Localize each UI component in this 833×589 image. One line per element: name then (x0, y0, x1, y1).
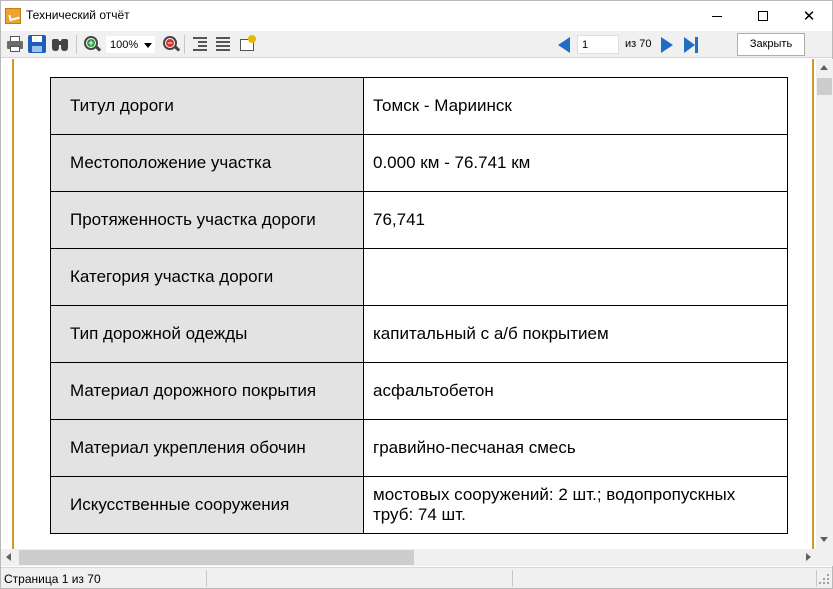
table-row: Материал дорожного покрытия асфальтобетон (50, 362, 788, 420)
status-bar: Страница 1 из 70 (1, 567, 832, 588)
page-border-left (12, 59, 14, 549)
table-row: Титул дороги Томск - Мариинск (50, 77, 788, 135)
row-label: Материал дорожного покрытия (50, 362, 364, 420)
table-row: Категория участка дороги (50, 248, 788, 306)
report-content-area: Титул дороги Томск - Мариинск Местоположен… (1, 59, 816, 549)
scrollbar-corner (816, 549, 833, 566)
row-label: Местоположение участка (50, 134, 364, 192)
row-value: капитальный с а/б покрытием (363, 305, 788, 363)
row-value: 0.000 км - 76.741 км (363, 134, 788, 192)
row-label: Протяженность участка дороги (50, 191, 364, 249)
status-divider (816, 570, 817, 587)
row-label: Категория участка дороги (50, 248, 364, 306)
maximize-button[interactable] (740, 1, 786, 31)
resize-grip-icon[interactable] (819, 574, 829, 584)
report-table: Титул дороги Томск - Мариинск Местоположен… (50, 77, 788, 534)
zoom-in-icon[interactable]: + (83, 35, 102, 53)
row-label: Материал укрепления обочин (50, 419, 364, 477)
title-bar: Технический отчёт ✕ (1, 1, 832, 31)
chevron-down-icon (144, 43, 152, 48)
minimize-button[interactable] (694, 1, 740, 31)
vertical-scroll-thumb[interactable] (817, 78, 832, 95)
table-row: Местоположение участка 0.000 км - 76.741 … (50, 134, 788, 192)
zoom-out-icon[interactable]: − (162, 35, 181, 53)
scroll-up-icon[interactable] (820, 65, 828, 70)
last-page-icon[interactable] (684, 37, 698, 53)
first-page-icon[interactable] (558, 37, 570, 53)
status-page-text: Страница 1 из 70 (4, 572, 101, 586)
table-row: Тип дорожной одежды капитальный с а/б пок… (50, 305, 788, 363)
page-count-label: из 70 (625, 38, 652, 50)
zoom-select[interactable]: 100% (105, 35, 156, 54)
row-label: Тип дорожной одежды (50, 305, 364, 363)
row-value (363, 248, 788, 306)
scroll-down-icon[interactable] (820, 537, 828, 542)
report-viewer-window: Технический отчёт ✕ + 100% − 1 из 70 Зак… (0, 0, 833, 589)
toolbar: + 100% − 1 из 70 Закрыть (1, 31, 832, 58)
maximize-icon (758, 11, 768, 21)
row-label: Искусственные сооружения (50, 476, 364, 534)
zoom-value: 100% (110, 39, 139, 51)
app-icon (5, 8, 21, 24)
row-value: мостовых сооружений: 2 шт.; водопропускн… (363, 476, 788, 534)
page-number-value: 1 (582, 39, 589, 51)
row-value: гравийно-песчаная смесь (363, 419, 788, 477)
horizontal-scrollbar[interactable] (1, 549, 816, 566)
table-row: Искусственные сооружения мостовых сооруже… (50, 476, 788, 534)
page-number-input[interactable]: 1 (577, 35, 619, 54)
status-divider (206, 570, 207, 587)
table-row: Материал укрепления обочин гравийно-песча… (50, 419, 788, 477)
row-value: Томск - Мариинск (363, 77, 788, 135)
print-icon[interactable] (6, 35, 24, 53)
scroll-left-icon[interactable] (6, 553, 11, 561)
row-value: асфальтобетон (363, 362, 788, 420)
save-icon[interactable] (28, 35, 46, 53)
close-window-button[interactable]: ✕ (786, 1, 832, 31)
page-border-right (812, 59, 814, 549)
toolbar-separator (184, 35, 185, 54)
close-button[interactable]: Закрыть (737, 33, 805, 56)
row-label: Титул дороги (50, 77, 364, 135)
find-icon[interactable] (51, 35, 69, 53)
next-page-icon[interactable] (661, 37, 673, 53)
status-divider (512, 570, 513, 587)
toolbar-separator (76, 35, 77, 54)
vertical-scrollbar[interactable] (816, 59, 833, 549)
window-title: Технический отчёт (26, 8, 130, 22)
table-row: Протяженность участка дороги 76,741 (50, 191, 788, 249)
row-value: 76,741 (363, 191, 788, 249)
minimize-icon (712, 15, 722, 17)
close-icon: ✕ (802, 8, 816, 25)
list-icon[interactable] (214, 35, 232, 53)
parameters-icon[interactable] (238, 35, 256, 53)
scroll-right-icon[interactable] (806, 553, 811, 561)
horizontal-scroll-thumb[interactable] (19, 550, 414, 565)
tree-icon[interactable] (191, 35, 209, 53)
